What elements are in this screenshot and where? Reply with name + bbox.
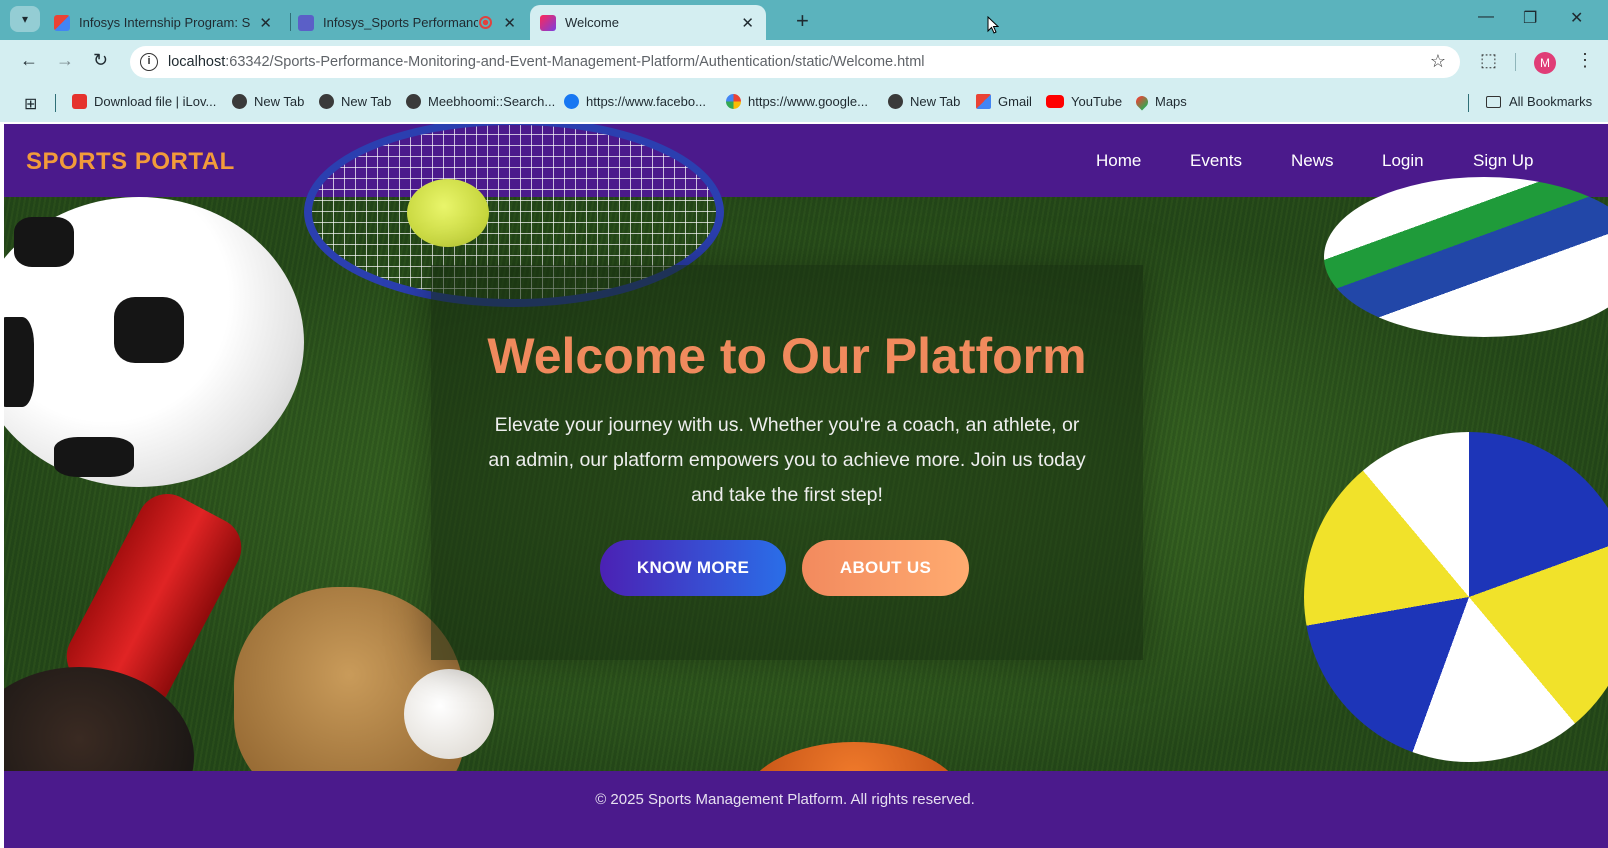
- google-icon: [726, 94, 741, 109]
- bookmarks-bar: ⊞ Download file | iLov... New Tab New Ta…: [0, 82, 1608, 122]
- tennis-ball-image: [407, 179, 489, 247]
- bookmark-label: Download file | iLov...: [94, 94, 217, 109]
- bookmark-label: https://www.facebo...: [586, 94, 706, 109]
- close-tab-icon[interactable]: ✕: [741, 14, 754, 32]
- globe-icon: [406, 94, 421, 109]
- bookmark-label: https://www.google...: [748, 94, 868, 109]
- web-page: SPORTS PORTAL Home Events News Login Sig…: [4, 124, 1608, 848]
- rugby-ball-image: [1324, 177, 1608, 337]
- bookmark-label: New Tab: [910, 94, 961, 109]
- minimize-window-icon[interactable]: —: [1478, 8, 1494, 26]
- bookmark-ilovepdf[interactable]: Download file | iLov...: [72, 94, 216, 109]
- hero-content-panel: Welcome to Our Platform Elevate your jou…: [431, 265, 1143, 660]
- hero-title: Welcome to Our Platform: [487, 328, 1087, 384]
- baseball-image: [404, 669, 494, 759]
- apps-grid-icon[interactable]: ⊞: [24, 94, 37, 114]
- nav-link-events[interactable]: Events: [1190, 151, 1242, 171]
- chevron-down-icon: ▾: [21, 12, 29, 26]
- bookmark-star-icon[interactable]: ☆: [1430, 51, 1446, 72]
- bookmark-google[interactable]: https://www.google...: [726, 94, 868, 109]
- bookmark-label: New Tab: [254, 94, 305, 109]
- hero-description: Elevate your journey with us. Whether yo…: [488, 414, 1086, 506]
- bookmark-maps[interactable]: Maps: [1133, 93, 1187, 110]
- bookmark-label: Maps: [1155, 94, 1187, 109]
- bookmark-gmail[interactable]: Gmail: [976, 94, 1032, 109]
- all-bookmarks-folder[interactable]: All Bookmarks: [1486, 94, 1592, 109]
- folder-icon: [1486, 95, 1501, 108]
- bookmark-label: All Bookmarks: [1509, 94, 1593, 109]
- globe-icon: [232, 94, 247, 109]
- nav-link-home[interactable]: Home: [1096, 151, 1141, 171]
- close-tab-icon[interactable]: ✕: [503, 14, 516, 32]
- url-host: localhost: [168, 54, 226, 70]
- youtube-icon: [1046, 95, 1064, 108]
- hero-section: Welcome to Our Platform Elevate your jou…: [4, 124, 1608, 848]
- url-text[interactable]: localhost:63342/Sports-Performance-Monit…: [168, 54, 925, 70]
- tab-title: Infosys Internship Program: Sp: [79, 15, 251, 30]
- volleyball-image: [1304, 432, 1608, 762]
- globe-icon: [888, 94, 903, 109]
- bookmarks-divider: [55, 94, 56, 112]
- tab-title: Welcome: [565, 15, 619, 30]
- toolbar-divider: [1515, 53, 1516, 71]
- profile-avatar[interactable]: M: [1534, 52, 1556, 74]
- close-window-icon[interactable]: ✕: [1570, 8, 1583, 28]
- bookmark-label: Gmail: [998, 94, 1032, 109]
- know-more-button[interactable]: KNOW MORE: [600, 540, 786, 596]
- nav-link-sign-up[interactable]: Sign Up: [1473, 151, 1533, 171]
- copyright-text: © 2025 Sports Management Platform. All r…: [595, 791, 975, 808]
- tab-infosys-internship[interactable]: Infosys Internship Program: Sp ✕: [44, 5, 284, 40]
- tab-welcome[interactable]: Welcome ✕: [530, 5, 766, 40]
- intellij-favicon-icon: [540, 14, 556, 31]
- browser-toolbar: ← → ↻ i localhost:63342/Sports-Performan…: [0, 40, 1608, 82]
- site-footer: © 2025 Sports Management Platform. All r…: [4, 771, 1608, 848]
- globe-icon: [319, 94, 334, 109]
- browser-tab-strip: ▾ Infosys Internship Program: Sp ✕ Infos…: [0, 0, 1608, 40]
- bookmark-facebook[interactable]: https://www.facebo...: [564, 94, 706, 109]
- bookmark-meebhoomi[interactable]: Meebhoomi::Search...: [406, 94, 555, 109]
- soccer-ball-image: [4, 197, 304, 487]
- address-bar[interactable]: i localhost:63342/Sports-Performance-Mon…: [130, 46, 1460, 78]
- facebook-icon: [564, 94, 579, 109]
- bookmark-new-tab-3[interactable]: New Tab: [888, 94, 960, 109]
- bookmark-label: Meebhoomi::Search...: [428, 94, 556, 109]
- site-navbar: SPORTS PORTAL Home Events News Login Sig…: [4, 124, 1608, 197]
- recording-indicator-icon: [479, 16, 492, 29]
- kebab-menu-icon[interactable]: ⋮: [1576, 50, 1594, 71]
- nav-link-news[interactable]: News: [1291, 151, 1334, 171]
- tab-infosys-sports[interactable]: Infosys_Sports Performance ✕: [288, 5, 528, 40]
- maps-pin-icon: [1133, 93, 1151, 110]
- tab-search-button[interactable]: ▾: [10, 6, 40, 32]
- gmail-icon: [976, 94, 991, 109]
- nav-link-login[interactable]: Login: [1382, 151, 1424, 171]
- forward-arrow-icon[interactable]: →: [56, 50, 74, 71]
- heart-icon: [72, 94, 87, 109]
- bookmark-label: YouTube: [1071, 94, 1123, 109]
- bookmark-youtube[interactable]: YouTube: [1046, 94, 1122, 109]
- close-tab-icon[interactable]: ✕: [259, 14, 272, 32]
- gmail-favicon-icon: [54, 14, 70, 31]
- tab-title: Infosys_Sports Performance: [323, 15, 478, 30]
- url-path: :63342/Sports-Performance-Monitoring-and…: [225, 54, 925, 70]
- bookmark-new-tab-2[interactable]: New Tab: [319, 94, 391, 109]
- restore-window-icon[interactable]: ❐: [1523, 8, 1537, 28]
- about-us-button[interactable]: ABOUT US: [802, 540, 969, 596]
- back-arrow-icon[interactable]: ←: [20, 50, 38, 71]
- teams-favicon-icon: [298, 14, 314, 31]
- new-tab-plus-icon[interactable]: +: [796, 8, 809, 34]
- reload-icon[interactable]: ↻: [93, 50, 108, 71]
- site-brand-logo[interactable]: SPORTS PORTAL: [26, 148, 235, 176]
- bookmark-new-tab-1[interactable]: New Tab: [232, 94, 304, 109]
- bookmarks-divider: [1468, 94, 1469, 112]
- site-info-icon[interactable]: i: [140, 53, 158, 71]
- extensions-puzzle-icon[interactable]: ⬚: [1480, 50, 1497, 71]
- mouse-cursor-icon: [987, 16, 999, 34]
- bookmark-label: New Tab: [341, 94, 392, 109]
